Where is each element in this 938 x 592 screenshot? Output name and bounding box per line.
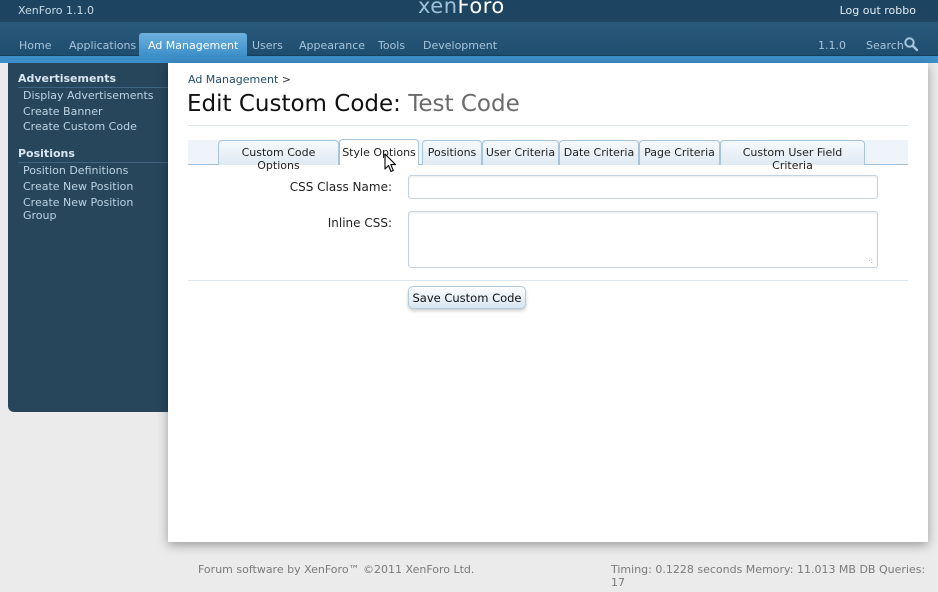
sidebar-heading-positions[interactable]: Positions <box>18 147 75 160</box>
tab-custom-user-field-criteria[interactable]: Custom User Field Criteria <box>720 140 865 172</box>
tab-style-options[interactable]: Style Options <box>339 139 419 165</box>
breadcrumb: Ad Management > <box>188 73 291 86</box>
sidebar-item-create-custom-code[interactable]: Create Custom Code <box>23 120 137 133</box>
css-class-input[interactable] <box>408 175 878 199</box>
form-divider <box>188 280 908 281</box>
sidebar: Advertisements Display Advertisements Cr… <box>8 63 168 412</box>
search-icon[interactable] <box>903 36 919 52</box>
top-bar: XenForo 1.1.0 xenForo Log out robbo <box>0 0 938 22</box>
page-title-prefix: Edit Custom Code: <box>187 91 401 117</box>
save-custom-code-button[interactable]: Save Custom Code <box>408 286 526 309</box>
tab-positions[interactable]: Positions <box>422 140 482 165</box>
main-navigation: Home Applications Ad Management Users Ap… <box>0 22 938 56</box>
page-title: Edit Custom Code: Test Code <box>187 91 520 117</box>
logo-part-1: xen <box>418 0 458 18</box>
footer-copyright[interactable]: Forum software by XenForo™ ©2011 XenForo… <box>198 563 474 576</box>
nav-tab-applications[interactable]: Applications <box>69 34 136 56</box>
nav-tab-home[interactable]: Home <box>19 34 51 56</box>
inline-css-textarea[interactable]: ·: <box>408 211 878 268</box>
footer-debug-info: Timing: 0.1228 seconds Memory: 11.013 MB… <box>611 563 926 589</box>
nav-underline <box>0 56 938 63</box>
sidebar-divider <box>18 162 168 163</box>
sidebar-heading-advertisements[interactable]: Advertisements <box>18 72 116 85</box>
breadcrumb-link-ad-management[interactable]: Ad Management <box>188 73 278 86</box>
nav-tab-tools[interactable]: Tools <box>378 34 405 56</box>
tab-custom-code-options[interactable]: Custom Code Options <box>218 140 339 172</box>
inline-css-label: Inline CSS: <box>327 216 392 230</box>
nav-version[interactable]: 1.1.0 <box>818 39 846 52</box>
tab-page-criteria[interactable]: Page Criteria <box>639 140 720 165</box>
page-title-subject: Test Code <box>408 91 520 117</box>
title-divider <box>188 125 908 126</box>
sidebar-item-display-advertisements[interactable]: Display Advertisements <box>23 89 154 102</box>
sidebar-item-create-new-position[interactable]: Create New Position <box>23 180 133 193</box>
logout-link[interactable]: Log out robbo <box>840 4 916 17</box>
nav-tab-appearance[interactable]: Appearance <box>299 34 365 56</box>
nav-tab-development[interactable]: Development <box>423 34 497 56</box>
search-link[interactable]: Search <box>866 39 904 52</box>
tab-user-criteria[interactable]: User Criteria <box>482 140 559 165</box>
nav-tab-users[interactable]: Users <box>252 34 283 56</box>
sidebar-item-create-banner[interactable]: Create Banner <box>23 105 103 118</box>
resize-grip-icon[interactable]: ·: <box>868 258 873 265</box>
main-content: Ad Management > Edit Custom Code: Test C… <box>168 63 928 542</box>
breadcrumb-separator: > <box>281 73 291 86</box>
tab-date-criteria[interactable]: Date Criteria <box>559 140 639 165</box>
css-class-label: CSS Class Name: <box>289 180 392 194</box>
sidebar-item-position-definitions[interactable]: Position Definitions <box>23 164 128 177</box>
mouse-cursor-icon <box>384 153 397 173</box>
version-text: XenForo 1.1.0 <box>18 4 94 17</box>
sidebar-divider <box>18 87 168 88</box>
nav-tab-ad-management[interactable]: Ad Management <box>139 33 248 56</box>
logo-part-2: Foro <box>457 0 505 18</box>
xenforo-logo[interactable]: xenForo <box>418 0 505 18</box>
sidebar-item-create-new-position-group[interactable]: Create New Position Group <box>23 196 168 222</box>
